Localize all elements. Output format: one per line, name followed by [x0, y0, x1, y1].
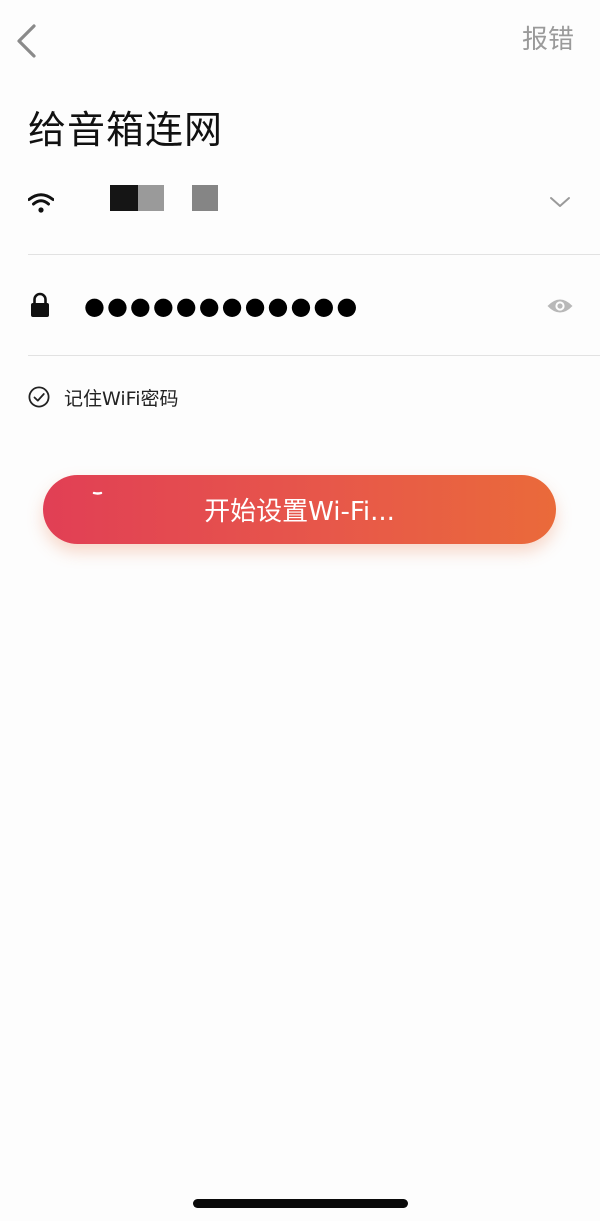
network-name-redacted — [110, 184, 218, 212]
report-error-button[interactable]: 报错 — [522, 22, 574, 58]
back-button[interactable] — [6, 20, 46, 62]
password-input[interactable] — [80, 286, 504, 326]
eye-icon[interactable] — [546, 296, 574, 316]
password-row — [28, 262, 600, 354]
chevron-left-icon — [17, 24, 36, 58]
remember-password-label: 记住WiFi密码 — [64, 387, 179, 410]
home-indicator — [193, 1199, 408, 1208]
check-circle-icon — [28, 386, 50, 408]
wifi-icon — [28, 193, 54, 213]
divider — [28, 254, 600, 255]
lock-icon — [31, 292, 49, 317]
start-wifi-setup-button[interactable]: 开始设置Wi-Fi... — [43, 475, 556, 544]
wifi-setup-screen: 报错 给音箱连网 ●●●●●●●●●●●● 记住WiFi密码 开始设置Wi-Fi… — [0, 0, 600, 1221]
divider — [28, 355, 600, 356]
chevron-down-icon[interactable] — [548, 190, 572, 214]
start-wifi-setup-label: 开始设置Wi-Fi... — [204, 497, 395, 527]
loading-spinner-icon — [92, 491, 103, 495]
wifi-network-selector[interactable] — [28, 170, 600, 254]
page-title: 给音箱连网 — [28, 108, 224, 152]
remember-wifi-password-checkbox[interactable]: 记住WiFi密码 — [28, 382, 178, 412]
